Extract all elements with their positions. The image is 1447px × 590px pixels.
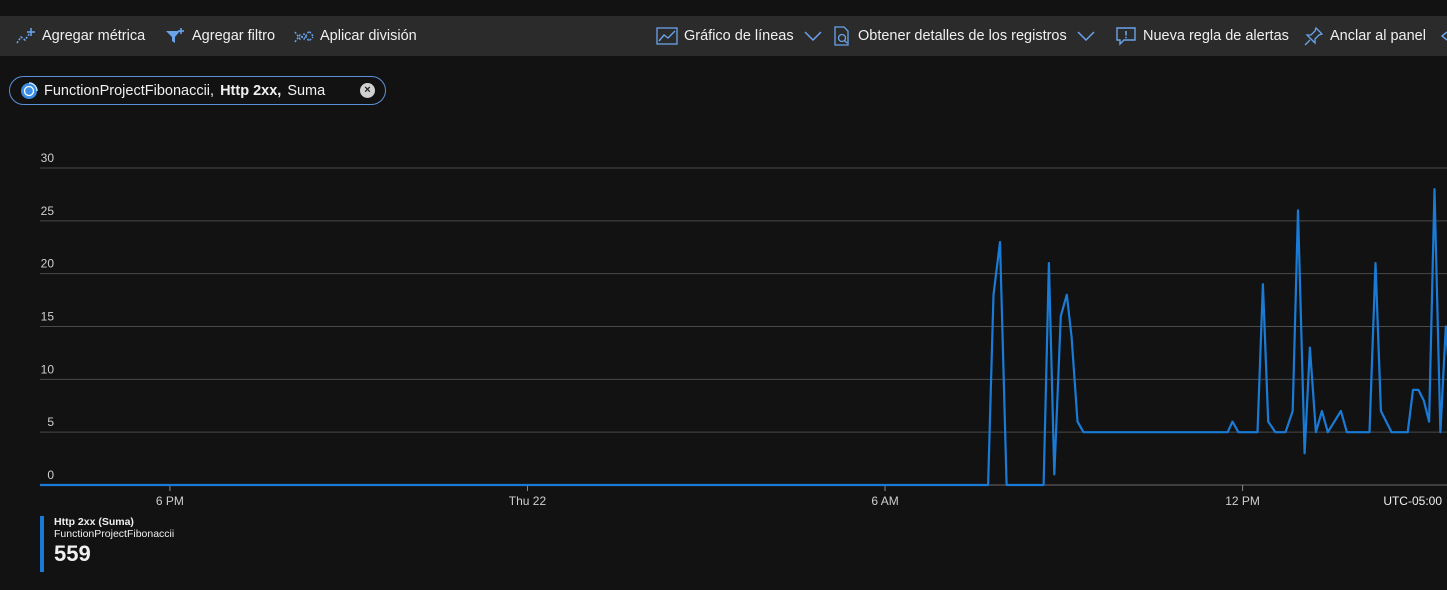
y-tick-label: 25 [41,204,55,218]
x-tick-label: 12 PM [1225,494,1260,508]
legend-total: 559 [54,541,91,566]
legend-subtitle: FunctionProjectFibonaccii [54,528,175,540]
x-tick-label: 6 AM [871,494,898,508]
timezone-label: UTC-05:00 [1383,494,1442,508]
series-line [40,188,1447,487]
y-tick-label: 5 [47,415,54,429]
x-tick-label: 6 PM [156,494,184,508]
y-tick-label: 10 [41,362,55,376]
line-chart: 0 5 10 15 20 25 30 6 PM Thu 22 6 AM 12 PM UTC-05:00 [40,151,1447,508]
legend-title: Http 2xx (Suma) [54,516,134,528]
x-tick-label: Thu 22 [509,494,547,508]
y-tick-label: 20 [41,257,55,271]
y-tick-label: 0 [47,468,54,482]
y-tick-label: 15 [41,310,55,324]
chart-legend[interactable]: Http 2xx (Suma) FunctionProjectFibonacci… [40,516,174,572]
y-tick-label: 30 [41,151,55,165]
